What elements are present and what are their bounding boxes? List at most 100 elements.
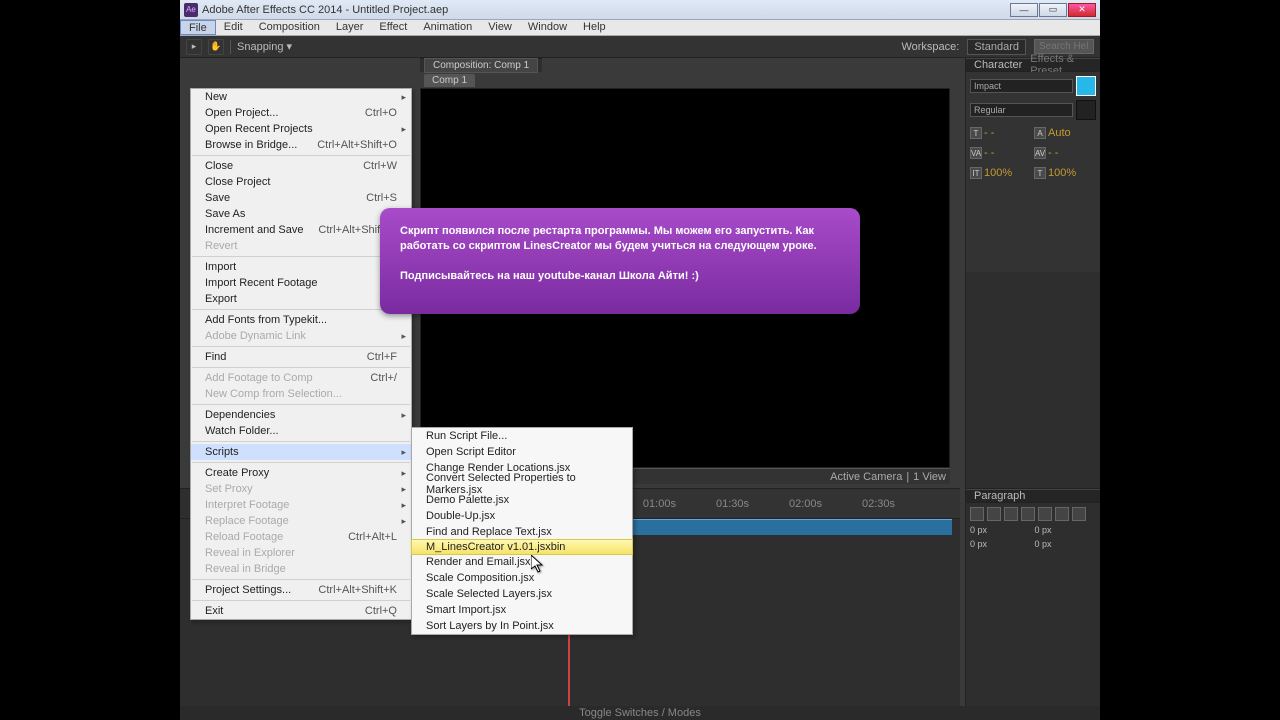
file-menu-item: New Comp from Selection... <box>191 386 411 402</box>
font-size[interactable]: - - <box>984 127 994 139</box>
scripts-menu-item[interactable]: Double-Up.jsx <box>412 508 632 524</box>
file-menu-item[interactable]: Dependencies <box>191 407 411 423</box>
file-menu-item[interactable]: CloseCtrl+W <box>191 158 411 174</box>
scripts-menu-item[interactable]: M_LinesCreator v1.01.jsxbin <box>411 539 633 555</box>
space-after[interactable]: 0 px <box>1035 539 1097 549</box>
annotation-line1: Скрипт появился после рестарта программы… <box>400 224 840 255</box>
menu-window[interactable]: Window <box>520 20 575 35</box>
justify-center-icon[interactable] <box>1038 507 1052 521</box>
menu-help[interactable]: Help <box>575 20 614 35</box>
close-button[interactable]: ✕ <box>1068 3 1096 17</box>
file-menu-item: Adobe Dynamic Link <box>191 328 411 344</box>
maximize-button[interactable]: ▭ <box>1039 3 1067 17</box>
kerning-icon: VA <box>970 147 982 159</box>
space-before[interactable]: 0 px <box>970 539 1032 549</box>
justify-all-icon[interactable] <box>1072 507 1086 521</box>
selection-tool-icon[interactable]: ▸ <box>186 39 202 55</box>
window-title: Adobe After Effects CC 2014 - Untitled P… <box>202 4 448 16</box>
scripts-menu-item[interactable]: Convert Selected Properties to Markers.j… <box>412 476 632 492</box>
hscale[interactable]: 100% <box>1048 167 1076 179</box>
file-menu-item[interactable]: Import <box>191 259 411 275</box>
workspace-select[interactable]: Standard <box>967 39 1026 55</box>
file-menu-item[interactable]: SaveCtrl+S <box>191 190 411 206</box>
justify-left-icon[interactable] <box>1021 507 1035 521</box>
minimize-button[interactable]: — <box>1010 3 1038 17</box>
file-menu-item: Reload FootageCtrl+Alt+L <box>191 529 411 545</box>
menu-layer[interactable]: Layer <box>328 20 372 35</box>
window-titlebar: Ae Adobe After Effects CC 2014 - Untitle… <box>180 0 1100 20</box>
paragraph-panel-tab[interactable]: Paragraph <box>970 489 1029 503</box>
file-menu-item: Reveal in Explorer <box>191 545 411 561</box>
paragraph-panel-area: Paragraph 0 px0 px 0 px0 px <box>965 488 1100 720</box>
file-menu-item: Add Footage to CompCtrl+/ <box>191 370 411 386</box>
tick: 02:00s <box>789 498 822 510</box>
file-menu-item[interactable]: ExitCtrl+Q <box>191 603 411 619</box>
scripts-menu-item[interactable]: Smart Import.jsx <box>412 602 632 618</box>
composition-panel-tab[interactable]: Composition: Comp 1 <box>424 58 538 73</box>
file-menu-item[interactable]: Increment and SaveCtrl+Alt+Shift+S <box>191 222 411 238</box>
tracking[interactable]: - - <box>1048 147 1058 159</box>
file-menu-item: Reveal in Bridge <box>191 561 411 577</box>
scripts-menu-item[interactable]: Scale Selected Layers.jsx <box>412 586 632 602</box>
align-center-icon[interactable] <box>987 507 1001 521</box>
file-menu-item[interactable]: Create Proxy <box>191 465 411 481</box>
menubar: File Edit Composition Layer Effect Anima… <box>180 20 1100 36</box>
file-menu-item[interactable]: Scripts <box>191 444 411 460</box>
fill-color-swatch[interactable] <box>1076 76 1096 96</box>
stroke-color-swatch[interactable] <box>1076 100 1096 120</box>
scripts-menu-item[interactable]: Render and Email.jsx <box>412 554 632 570</box>
active-camera[interactable]: Active Camera <box>830 471 902 483</box>
character-panel-tab[interactable]: Character <box>970 58 1026 72</box>
scripts-submenu: Run Script File...Open Script EditorChan… <box>411 427 633 635</box>
app-icon: Ae <box>184 3 198 17</box>
menu-file[interactable]: File <box>180 20 216 35</box>
file-menu-item[interactable]: Open Project...Ctrl+O <box>191 105 411 121</box>
file-menu-item[interactable]: FindCtrl+F <box>191 349 411 365</box>
menu-animation[interactable]: Animation <box>415 20 480 35</box>
file-menu-item[interactable]: Export <box>191 291 411 307</box>
file-menu-item[interactable]: Close Project <box>191 174 411 190</box>
file-menu-item[interactable]: Add Fonts from Typekit... <box>191 312 411 328</box>
indent-right[interactable]: 0 px <box>1035 525 1097 535</box>
scripts-menu-item[interactable]: Find and Replace Text.jsx <box>412 524 632 540</box>
menu-view[interactable]: View <box>480 20 520 35</box>
scripts-menu-item[interactable]: Scale Composition.jsx <box>412 570 632 586</box>
font-style-select[interactable]: Regular <box>970 103 1073 117</box>
hand-tool-icon[interactable]: ✋ <box>208 39 224 55</box>
scripts-menu-item[interactable]: Sort Layers by In Point.jsx <box>412 618 632 634</box>
align-right-icon[interactable] <box>1004 507 1018 521</box>
composition-subtab[interactable]: Comp 1 <box>424 74 475 87</box>
tick: 01:00s <box>643 498 676 510</box>
menu-edit[interactable]: Edit <box>216 20 251 35</box>
kerning[interactable]: - - <box>984 147 994 159</box>
statusbar: Toggle Switches / Modes <box>180 706 1100 720</box>
hscale-icon: T <box>1034 167 1046 179</box>
vscale[interactable]: 100% <box>984 167 1012 179</box>
indent-left[interactable]: 0 px <box>970 525 1032 535</box>
file-menu-item: Replace Footage <box>191 513 411 529</box>
file-menu-item[interactable]: New <box>191 89 411 105</box>
menu-composition[interactable]: Composition <box>251 20 328 35</box>
justify-right-icon[interactable] <box>1055 507 1069 521</box>
file-menu-item: Interpret Footage <box>191 497 411 513</box>
leading-value[interactable]: Auto <box>1048 127 1071 139</box>
file-menu-item: Revert <box>191 238 411 254</box>
menu-effect[interactable]: Effect <box>371 20 415 35</box>
snapping-chevron-icon[interactable]: ▾ <box>287 40 293 53</box>
file-menu-item[interactable]: Save As <box>191 206 411 222</box>
align-left-icon[interactable] <box>970 507 984 521</box>
view-layout[interactable]: 1 View <box>913 471 946 483</box>
snapping-toggle[interactable]: Snapping <box>237 41 284 53</box>
file-menu-item[interactable]: Project Settings...Ctrl+Alt+Shift+K <box>191 582 411 598</box>
font-family-select[interactable]: Impact <box>970 79 1073 93</box>
tracking-icon: AV <box>1034 147 1046 159</box>
font-size-icon: T <box>970 127 982 139</box>
file-menu-item[interactable]: Import Recent Footage <box>191 275 411 291</box>
file-menu-dropdown: NewOpen Project...Ctrl+OOpen Recent Proj… <box>190 88 412 620</box>
scripts-menu-item[interactable]: Open Script Editor <box>412 444 632 460</box>
annotation-line2: Подписывайтесь на наш youtube-канал Школ… <box>400 269 840 284</box>
file-menu-item[interactable]: Open Recent Projects <box>191 121 411 137</box>
file-menu-item[interactable]: Browse in Bridge...Ctrl+Alt+Shift+O <box>191 137 411 153</box>
file-menu-item[interactable]: Watch Folder... <box>191 423 411 439</box>
scripts-menu-item[interactable]: Run Script File... <box>412 428 632 444</box>
